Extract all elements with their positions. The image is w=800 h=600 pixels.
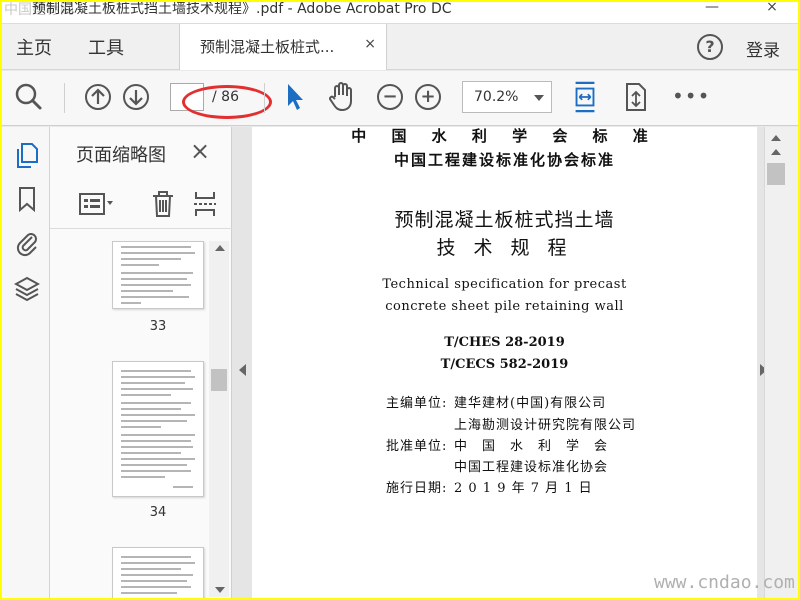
zoom-value: 70.2% xyxy=(474,89,519,105)
scroll-up-icon[interactable] xyxy=(771,135,781,141)
thumbnail-page-number: 34 xyxy=(149,505,167,520)
doc-info-row: 上海勘测设计研究院有限公司 xyxy=(386,414,636,433)
more-options-icon[interactable]: ••• xyxy=(672,84,710,108)
zoom-out-icon[interactable]: − xyxy=(377,84,403,110)
doc-info-value: 中国工程建设标准化协会 xyxy=(454,460,609,475)
doc-info-value: 建华建材(中国)有限公司 xyxy=(454,396,607,411)
bookmark-icon[interactable] xyxy=(14,185,40,213)
app-window: 中国建标网 预制混凝土板桩式挡土墙技术规程》.pdf - Adobe Acrob… xyxy=(2,2,798,598)
doc-code-1: T/CHES 28-2019 xyxy=(444,335,565,350)
nav-tools[interactable]: 工具 xyxy=(88,34,124,60)
insert-page-icon[interactable] xyxy=(192,189,218,219)
document-viewer[interactable]: 中 国 水 利 学 会 标 准 中国工程建设标准化协会标准 预制混凝土板桩式挡土… xyxy=(232,127,764,598)
scroll-up-icon[interactable] xyxy=(215,245,225,251)
thumbnail-page-number: 33 xyxy=(149,319,167,334)
toolbar-divider xyxy=(64,83,65,113)
doc-info-row: 中国工程建设标准化协会 xyxy=(386,456,608,475)
doc-info-label: 施行日期: xyxy=(386,481,448,496)
doc-info-row: 主编单位: 建华建材(中国)有限公司 xyxy=(386,392,606,411)
attachment-icon[interactable] xyxy=(14,229,40,257)
page-thumbnail[interactable] xyxy=(112,547,204,598)
zoom-in-icon[interactable]: + xyxy=(415,84,441,110)
doc-header-2: 中国工程建设标准化协会标准 xyxy=(393,151,615,169)
thumbnail-options-icon[interactable] xyxy=(78,191,116,217)
doc-info-value: 2 0 1 9 年 7 月 1 日 xyxy=(454,481,593,496)
page-thumbnails-icon[interactable] xyxy=(14,141,40,169)
page-thumbnail[interactable] xyxy=(112,361,204,497)
doc-subtitle: 技 术 规 程 xyxy=(436,237,573,259)
tab-bar: 主页 工具 预制混凝土板桩式... × ? 登录 xyxy=(2,24,798,70)
scroll-up-icon[interactable] xyxy=(771,149,781,155)
title-bar: 中国建标网 预制混凝土板桩式挡土墙技术规程》.pdf - Adobe Acrob… xyxy=(2,2,798,24)
window-title: 预制混凝土板桩式挡土墙技术规程》.pdf - Adobe Acrobat Pro… xyxy=(32,2,452,17)
main-toolbar: / 86 − + 70.2% ••• xyxy=(2,71,798,126)
fit-page-icon[interactable] xyxy=(572,81,598,113)
scrollbar-thumb[interactable] xyxy=(767,163,785,185)
select-cursor-icon[interactable] xyxy=(284,81,306,113)
doc-code-2: T/CECS 582-2019 xyxy=(440,357,569,372)
thumbnails-panel: 页面缩略图 × 33 34 xyxy=(50,127,232,598)
doc-title: 预制混凝土板桩式挡土墙 xyxy=(394,209,615,231)
doc-english-title-2: concrete sheet pile retaining wall xyxy=(385,299,624,314)
left-rail xyxy=(2,127,50,598)
chevron-down-icon xyxy=(534,95,544,101)
layers-icon[interactable] xyxy=(14,275,40,303)
panel-title: 页面缩略图 xyxy=(76,145,166,166)
thumbnail-scrollbar[interactable] xyxy=(209,241,229,597)
doc-english-title-1: Technical specification for precast xyxy=(382,277,627,292)
tab-document-label: 预制混凝土板桩式... xyxy=(200,38,335,56)
next-page-icon[interactable] xyxy=(122,81,150,113)
help-icon[interactable]: ? xyxy=(697,34,723,60)
scroll-mode-icon[interactable] xyxy=(622,81,650,113)
document-scrollbar[interactable] xyxy=(764,127,798,598)
doc-info-label: 批准单位: xyxy=(386,439,448,454)
panel-close-icon[interactable]: × xyxy=(190,137,210,165)
nav-home[interactable]: 主页 xyxy=(16,34,52,60)
zoom-select[interactable]: 70.2% xyxy=(462,81,552,113)
doc-info-value: 上海勘测设计研究院有限公司 xyxy=(454,418,637,433)
site-watermark: www.cndao.com xyxy=(654,572,795,593)
collapse-left-panel-icon[interactable] xyxy=(239,364,246,376)
doc-header-1: 中 国 水 利 学 会 标 准 xyxy=(351,127,658,145)
thumbnail-toolbar xyxy=(50,179,232,229)
previous-page-icon[interactable] xyxy=(84,81,112,113)
delete-page-icon[interactable] xyxy=(150,189,176,219)
doc-info-value: 中 国 水 利 学 会 xyxy=(454,439,609,454)
doc-info-label: 主编单位: xyxy=(386,396,448,411)
window-close-button[interactable]: × xyxy=(752,2,792,18)
page-thumbnail[interactable] xyxy=(112,241,204,309)
tab-close-icon[interactable]: × xyxy=(364,36,376,52)
search-icon[interactable] xyxy=(14,81,44,113)
red-ellipse-annotation xyxy=(182,85,272,119)
scrollbar-thumb[interactable] xyxy=(211,369,227,391)
minimize-button[interactable]: — xyxy=(692,2,732,18)
tab-document[interactable]: 预制混凝土板桩式... × xyxy=(179,24,387,70)
hand-tool-icon[interactable] xyxy=(327,81,357,113)
scroll-down-icon[interactable] xyxy=(215,587,225,593)
doc-info-row: 批准单位: 中 国 水 利 学 会 xyxy=(386,435,608,454)
doc-info-row: 施行日期: 2 0 1 9 年 7 月 1 日 xyxy=(386,477,593,496)
pdf-page: 中 国 水 利 学 会 标 准 中国工程建设标准化协会标准 预制混凝土板桩式挡土… xyxy=(252,127,757,598)
login-button[interactable]: 登录 xyxy=(746,36,780,61)
toolbar-divider xyxy=(264,83,265,113)
